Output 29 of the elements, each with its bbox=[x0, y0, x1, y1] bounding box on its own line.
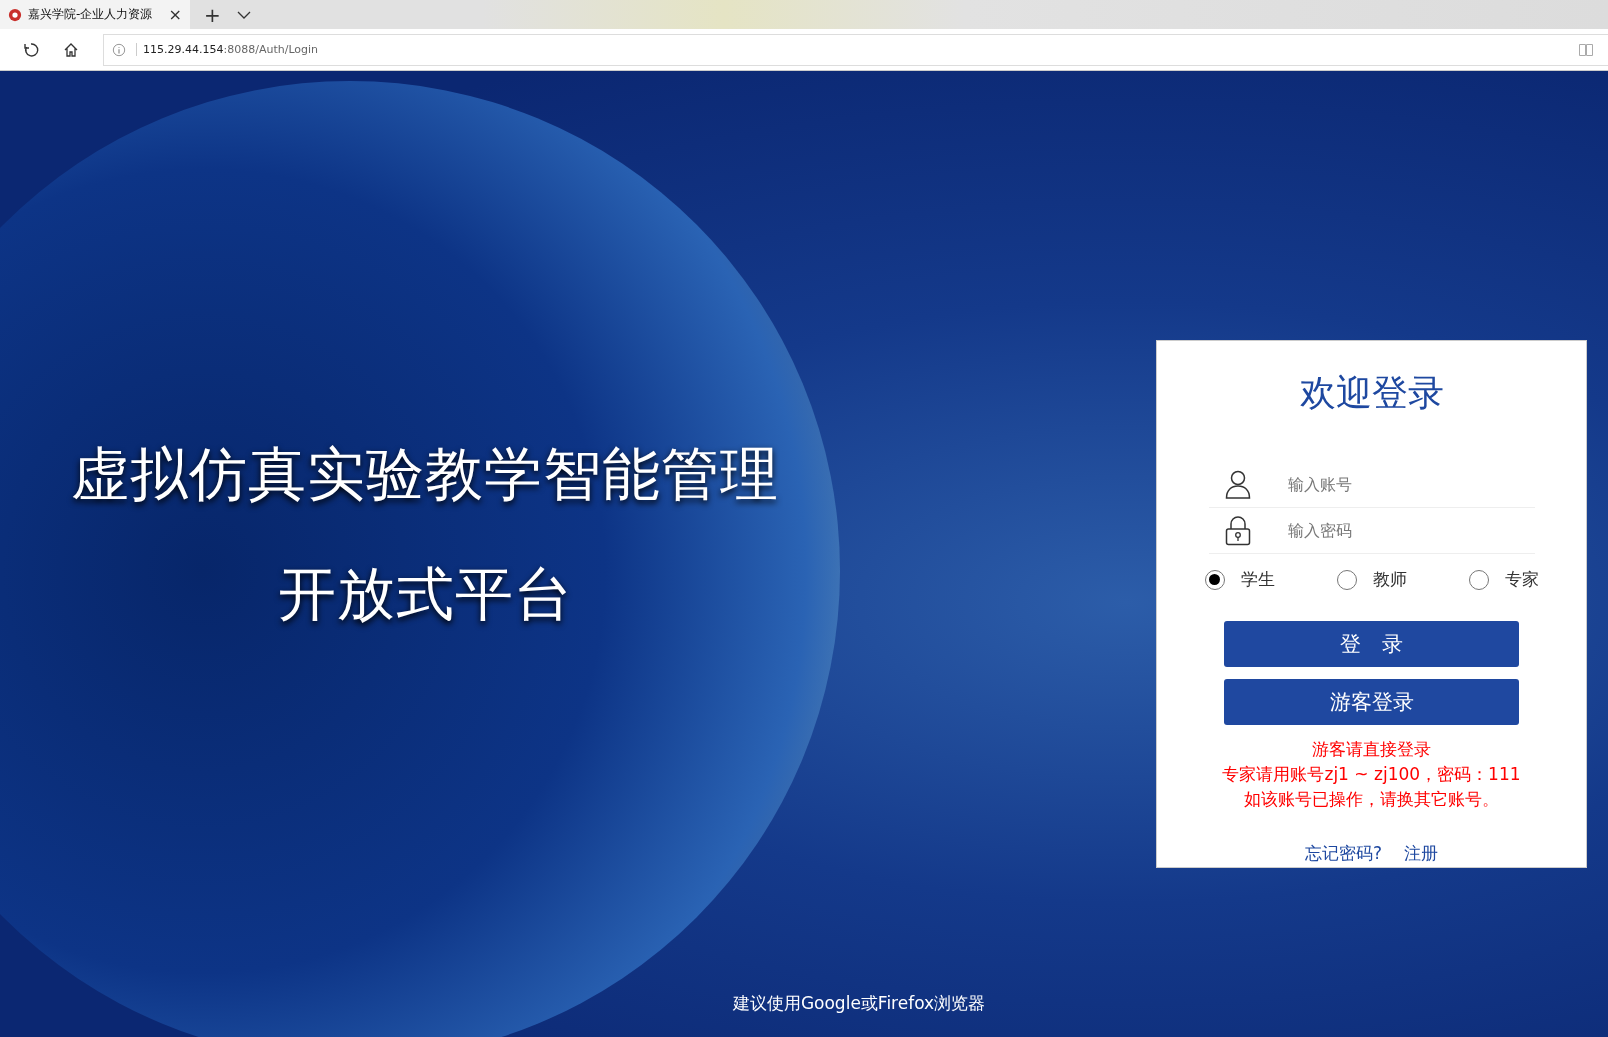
browser-tab[interactable]: 嘉兴学院-企业人力资源 × bbox=[0, 0, 190, 29]
platform-title: 虚拟仿真实验教学智能管理 bbox=[71, 439, 779, 510]
new-tab-button[interactable]: + bbox=[204, 2, 221, 27]
password-field[interactable]: 输入密码 bbox=[1285, 520, 1510, 541]
notice-text: 游客请直接登录 bbox=[1312, 738, 1431, 761]
tab-title: 嘉兴学院-企业人力资源 bbox=[28, 6, 154, 23]
platform-title: 开放式平台 bbox=[277, 559, 573, 630]
lock-icon bbox=[1224, 515, 1251, 546]
role-radio[interactable]: 教师 bbox=[1336, 568, 1407, 591]
url-text: 115.29.44.154:8088/Auth/Login bbox=[136, 43, 1568, 56]
notice-text: 专家请用账号zj1 ~ zj100，密码：111 bbox=[1222, 763, 1521, 786]
login-link[interactable]: 注册 bbox=[1404, 842, 1438, 865]
user-icon bbox=[1224, 469, 1251, 500]
browser-recommendation: 建议使用Google或Firefox浏览器 bbox=[731, 992, 987, 1015]
role-radio[interactable]: 学生 bbox=[1204, 568, 1275, 591]
login-button[interactable]: 登 录 bbox=[1224, 621, 1519, 667]
home-icon[interactable] bbox=[63, 41, 79, 58]
chevron-down-icon[interactable] bbox=[236, 10, 251, 19]
site-logo-icon bbox=[8, 7, 22, 22]
notice-text: 如该账号已操作，请换其它账号。 bbox=[1244, 788, 1499, 811]
refresh-icon[interactable] bbox=[23, 41, 39, 58]
role-radio[interactable]: 专家 bbox=[1468, 568, 1539, 591]
info-icon bbox=[112, 42, 126, 57]
close-tab-button[interactable]: × bbox=[168, 5, 182, 24]
account-field[interactable]: 输入账号 bbox=[1285, 474, 1510, 495]
guest-login-button[interactable]: 游客登录 bbox=[1224, 679, 1519, 725]
welcome-title: 欢迎登录 bbox=[1299, 371, 1444, 415]
address-bar[interactable]: 115.29.44.154:8088/Auth/Login bbox=[103, 33, 1608, 66]
login-link[interactable]: 忘记密码? bbox=[1305, 842, 1382, 865]
